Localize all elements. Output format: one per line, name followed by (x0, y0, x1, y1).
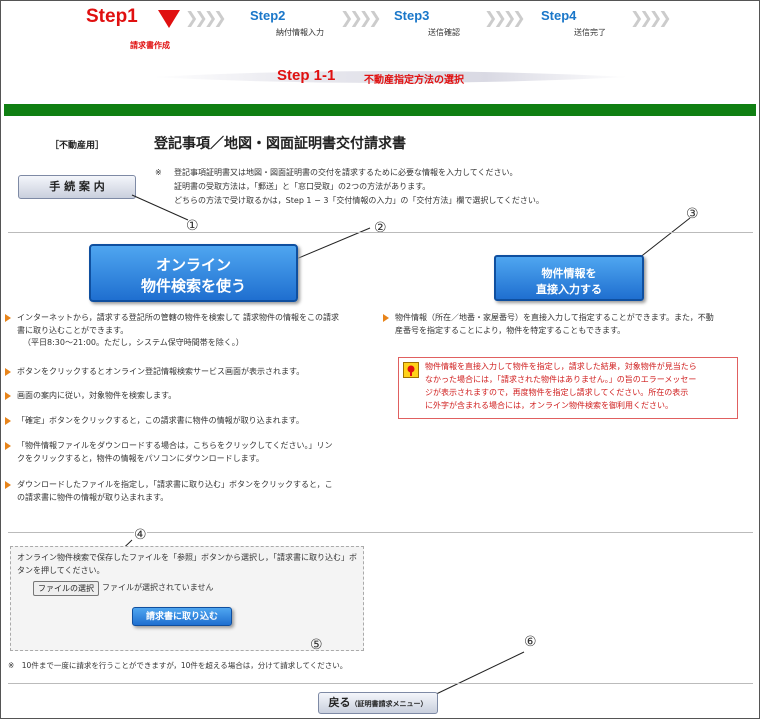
list-item: 物件情報（所在／地番・家屋番号）を直接入力して指定することができます。また，不動… (383, 312, 755, 337)
callout-4: ④ (134, 527, 147, 543)
bullet-text: 「物件情報ファイルをダウンロードする場合は，こちらをクリックしてください。」リン (17, 441, 333, 450)
footer-note: ※ 10件まで一度に請求を行うことができますが，10件を超える場合は，分けて請求… (8, 661, 348, 670)
divider-bottom (8, 683, 753, 684)
divider-middle (8, 532, 753, 533)
bullet-text: ダウンロードしたファイルを指定し，「請求書に取り込む」ボタンをクリックすると，こ (17, 480, 333, 489)
back-sublabel: （証明書請求メニュー） (350, 700, 428, 708)
list-item: ダウンロードしたファイルを指定し，「請求書に取り込む」ボタンをクリックすると，こ… (5, 479, 382, 504)
direct-input-label-2: 直接入力する (536, 284, 602, 296)
list-item: 「物件情報ファイルをダウンロードする場合は，こちらをクリックしてください。」リン… (5, 440, 382, 465)
list-item: ボタンをクリックするとオンライン登記情報検索サービス画面が表示されます。 (5, 366, 367, 379)
list-item: 画面の案内に従い，対象物件を検索します。 (5, 390, 367, 403)
no-file-text: ファイルが選択されていません (102, 583, 214, 592)
bullet-text: の請求書に物件の情報が取り込まれます。 (17, 492, 169, 502)
file-import-panel: オンライン物件検索で保存したファイルを「参照」ボタンから選択し，「請求書に取り込… (10, 546, 364, 651)
warning-line-1: 物件情報を直接入力して物件を指定し，請求した結果，対象物件が見当たら (425, 362, 697, 371)
bullet-text: 産番号を指定することにより，物件を特定することもできます。 (395, 325, 626, 335)
bullet-text: 「確定」ボタンをクリックすると，この請求書に物件の情報が取り込まれます。 (17, 416, 304, 425)
callout-2: ② (374, 220, 387, 236)
choose-file-button[interactable]: ファイルの選択 (33, 581, 99, 596)
back-label: 戻る (328, 696, 351, 709)
warning-line-3: ジが表示されますので，再度物件を指定し請求してください。所在の表示 (425, 388, 689, 397)
list-item: 「確定」ボタンをクリックすると，この請求書に物件の情報が取り込まれます。 (5, 415, 367, 428)
bullet-text: （平日8:30〜21:00。ただし，システム保守時間帯を除く。） (23, 338, 244, 347)
bullet-text: クをクリックすると，物件の情報をパソコンにダウンロードします。 (17, 453, 264, 463)
bullet-text: ボタンをクリックするとオンライン登記情報検索サービス画面が表示されます。 (17, 367, 305, 376)
online-search-label-2: 物件検索を使う (140, 278, 246, 295)
back-button[interactable]: 戻る（証明書請求メニュー） (318, 692, 438, 714)
warning-line-2: なかった場合には，「請求された物件はありません。」の旨のエラーメッセー (425, 375, 697, 384)
callout-6: ⑥ (524, 634, 537, 650)
callout-3: ③ (686, 206, 699, 222)
warning-icon (403, 362, 419, 378)
file-instructions-1: オンライン物件検索で保存したファイルを「参照」ボタンから選択し，「請求書に取り込… (17, 553, 357, 562)
bullet-text: インターネットから，請求する登記所の管轄の物件を検索して 請求物件の情報をこの請… (17, 313, 340, 322)
bullet-text: 画面の案内に従い，対象物件を検索します。 (17, 391, 177, 400)
file-instructions-2: タンを押してください。 (17, 566, 105, 575)
import-button[interactable]: 請求書に取り込む (132, 607, 232, 626)
callout-5: ⑤ (310, 637, 323, 653)
list-item: インターネットから，請求する登記所の管轄の物件を検索して 請求物件の情報をこの請… (5, 312, 382, 350)
online-search-button[interactable]: オンライン 物件検索を使う (89, 244, 298, 302)
direct-input-button[interactable]: 物件情報を 直接入力する (494, 255, 644, 301)
divider-top (8, 232, 753, 233)
bullet-text: 書に取り込むことができます。 (17, 325, 129, 335)
online-search-label-1: オンライン (155, 257, 231, 274)
warning-box: 物件情報を直接入力して物件を指定し，請求した結果，対象物件が見当たら なかった場… (398, 357, 738, 419)
bullet-text: 物件情報（所在／地番・家屋番号）を直接入力して指定することができます。また，不動 (395, 313, 714, 322)
warning-line-4: に外字が含まれる場合には，オンライン物件検索を御利用ください。 (425, 401, 673, 410)
direct-input-label-1: 物件情報を (541, 268, 597, 280)
